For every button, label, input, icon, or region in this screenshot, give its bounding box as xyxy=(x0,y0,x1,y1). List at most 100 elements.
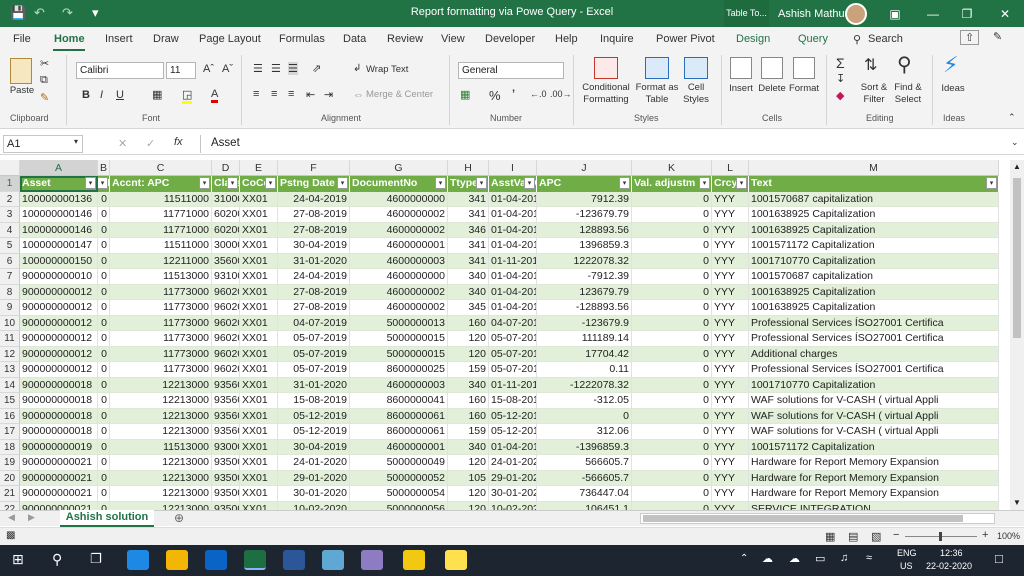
align-right-icon[interactable]: ≡ xyxy=(288,88,294,100)
table-cell[interactable]: WAF solutions for V-CASH ( virtual Appli xyxy=(749,408,999,424)
table-cell[interactable]: 0 xyxy=(98,331,110,347)
table-cell[interactable]: 0 xyxy=(98,284,110,300)
ideas-button[interactable]: Ideas xyxy=(938,83,968,95)
table-cell[interactable]: 12211000 xyxy=(110,253,212,269)
table-cell[interactable]: 5000000049 xyxy=(350,455,448,471)
table-cell[interactable]: XX01 xyxy=(240,284,278,300)
table-cell[interactable]: 4600000002 xyxy=(350,222,448,238)
onedrive-icon[interactable]: ☁ xyxy=(762,552,773,565)
table-cell[interactable]: 7912.39 xyxy=(537,191,632,207)
table-cell[interactable]: 5000000056 xyxy=(350,501,448,510)
sort-filter-icon[interactable]: ⇅ xyxy=(864,55,877,75)
table-cell[interactable]: 4600000000 xyxy=(350,191,448,207)
align-middle-icon[interactable]: ☰ xyxy=(271,62,281,75)
table-cell[interactable]: 100000000136 xyxy=(20,191,98,207)
excel-icon[interactable] xyxy=(244,550,266,570)
row-header[interactable]: 20 xyxy=(0,470,20,486)
table-cell[interactable]: -128893.56 xyxy=(537,300,632,316)
delete-cells-icon[interactable] xyxy=(761,57,783,79)
column-header-e[interactable]: E xyxy=(240,160,278,176)
table-cell[interactable]: 27-08-2019 xyxy=(278,222,350,238)
table-cell[interactable]: 0 xyxy=(632,455,712,471)
tab-design[interactable]: Design xyxy=(736,33,770,45)
notifications-icon[interactable]: □ xyxy=(995,551,1003,566)
row-header[interactable]: 19 xyxy=(0,455,20,471)
table-cell[interactable]: Professional Services ÍSO27001 Certifica xyxy=(749,362,999,378)
row-header[interactable]: 16 xyxy=(0,408,20,424)
table-cell[interactable]: 11771000 xyxy=(110,222,212,238)
column-header-c[interactable]: C xyxy=(110,160,212,176)
table-cell[interactable]: Hardware for Report Memory Expansion xyxy=(749,470,999,486)
table-cell[interactable]: 01-04-2019 xyxy=(489,300,537,316)
filter-dropdown-icon[interactable]: ▾ xyxy=(199,177,210,189)
tab-insert[interactable]: Insert xyxy=(105,33,133,45)
row-header[interactable]: 9 xyxy=(0,300,20,316)
format-as-table-icon[interactable] xyxy=(645,57,669,79)
column-header-k[interactable]: K xyxy=(632,160,712,176)
table-cell[interactable]: 0 xyxy=(98,393,110,409)
table-cell[interactable]: 900000000012 xyxy=(20,331,98,347)
table-cell[interactable]: 120 xyxy=(448,501,489,510)
table-cell[interactable]: 100000000146 xyxy=(20,222,98,238)
table-cell[interactable]: 01-04-2019 xyxy=(489,207,537,223)
table-cell[interactable]: -1222078.32 xyxy=(537,377,632,393)
table-cell[interactable]: 900000000018 xyxy=(20,393,98,409)
table-cell[interactable]: 736447.04 xyxy=(537,486,632,502)
row-header[interactable]: 15 xyxy=(0,393,20,409)
cell-styles-button[interactable]: Cell Styles xyxy=(678,82,714,106)
align-top-icon[interactable]: ☰ xyxy=(253,62,263,75)
comma-style-icon[interactable]: ’ xyxy=(512,88,515,100)
language-code[interactable]: ENG xyxy=(897,548,917,558)
table-cell[interactable]: 12213000 xyxy=(110,470,212,486)
scroll-thumb[interactable] xyxy=(1013,178,1021,338)
table-cell[interactable]: 4600000001 xyxy=(350,439,448,455)
filter-dropdown-icon[interactable]: ▾ xyxy=(227,177,238,189)
table-cell[interactable]: 900000000018 xyxy=(20,424,98,440)
table-cell[interactable]: 1001638925 Capitalization xyxy=(749,300,999,316)
table-cell[interactable]: 1001571172 Capitalization xyxy=(749,238,999,254)
table-cell[interactable]: YYY xyxy=(712,393,749,409)
table-cell[interactable]: XX01 xyxy=(240,439,278,455)
table-cell[interactable]: 0 xyxy=(98,455,110,471)
accounting-format-icon[interactable]: ▦ xyxy=(460,88,470,101)
tab-file[interactable]: File xyxy=(13,33,31,45)
row-header[interactable]: 14 xyxy=(0,377,20,393)
table-cell[interactable]: YYY xyxy=(712,284,749,300)
table-cell[interactable]: 05-07-2019 xyxy=(278,346,350,362)
table-cell[interactable]: 30-04-2019 xyxy=(278,439,350,455)
filter-dropdown-icon[interactable]: ▾ xyxy=(476,177,487,189)
row-header[interactable]: 22 xyxy=(0,501,20,510)
table-cell[interactable]: Hardware for Report Memory Expansion xyxy=(749,455,999,471)
table-cell[interactable]: 900000000019 xyxy=(20,439,98,455)
table-cell[interactable]: 05-12-2019 xyxy=(489,424,537,440)
table-cell[interactable]: YYY xyxy=(712,408,749,424)
table-cell[interactable]: XX01 xyxy=(240,191,278,207)
table-cell[interactable]: -123679.79 xyxy=(537,207,632,223)
collapse-ribbon-icon[interactable]: ⌃ xyxy=(1008,112,1016,123)
table-cell[interactable]: 0 xyxy=(632,393,712,409)
table-cell[interactable]: YYY xyxy=(712,207,749,223)
table-cell[interactable]: XX01 xyxy=(240,408,278,424)
table-cell[interactable]: Professional Services ÍSO27001 Certifica xyxy=(749,331,999,347)
font-color-icon[interactable]: A xyxy=(211,88,219,103)
column-header-l[interactable]: L xyxy=(712,160,749,176)
next-sheet-icon[interactable]: ▶ xyxy=(28,512,35,523)
table-cell[interactable]: 29-01-2020 xyxy=(489,470,537,486)
column-header-j[interactable]: J xyxy=(537,160,632,176)
table-cell[interactable]: XX01 xyxy=(240,300,278,316)
tray-chevron-icon[interactable]: ⌃ xyxy=(740,553,748,564)
table-cell[interactable]: 0 xyxy=(632,362,712,378)
table-cell[interactable]: 11513000 xyxy=(110,269,212,285)
paste-icon[interactable] xyxy=(10,58,32,84)
table-cell[interactable]: 0 xyxy=(632,191,712,207)
tab-query[interactable]: Query xyxy=(798,33,828,45)
table-cell[interactable]: 0 xyxy=(98,315,110,331)
search-icon[interactable]: ⚲ xyxy=(853,33,861,46)
table-cell[interactable]: 900000000021 xyxy=(20,455,98,471)
row-header[interactable]: 8 xyxy=(0,284,20,300)
table-cell[interactable]: 11771000 xyxy=(110,207,212,223)
table-cell[interactable]: 12213000 xyxy=(110,408,212,424)
table-cell[interactable]: YYY xyxy=(712,470,749,486)
table-cell[interactable]: XX01 xyxy=(240,393,278,409)
table-cell[interactable]: 0 xyxy=(632,377,712,393)
